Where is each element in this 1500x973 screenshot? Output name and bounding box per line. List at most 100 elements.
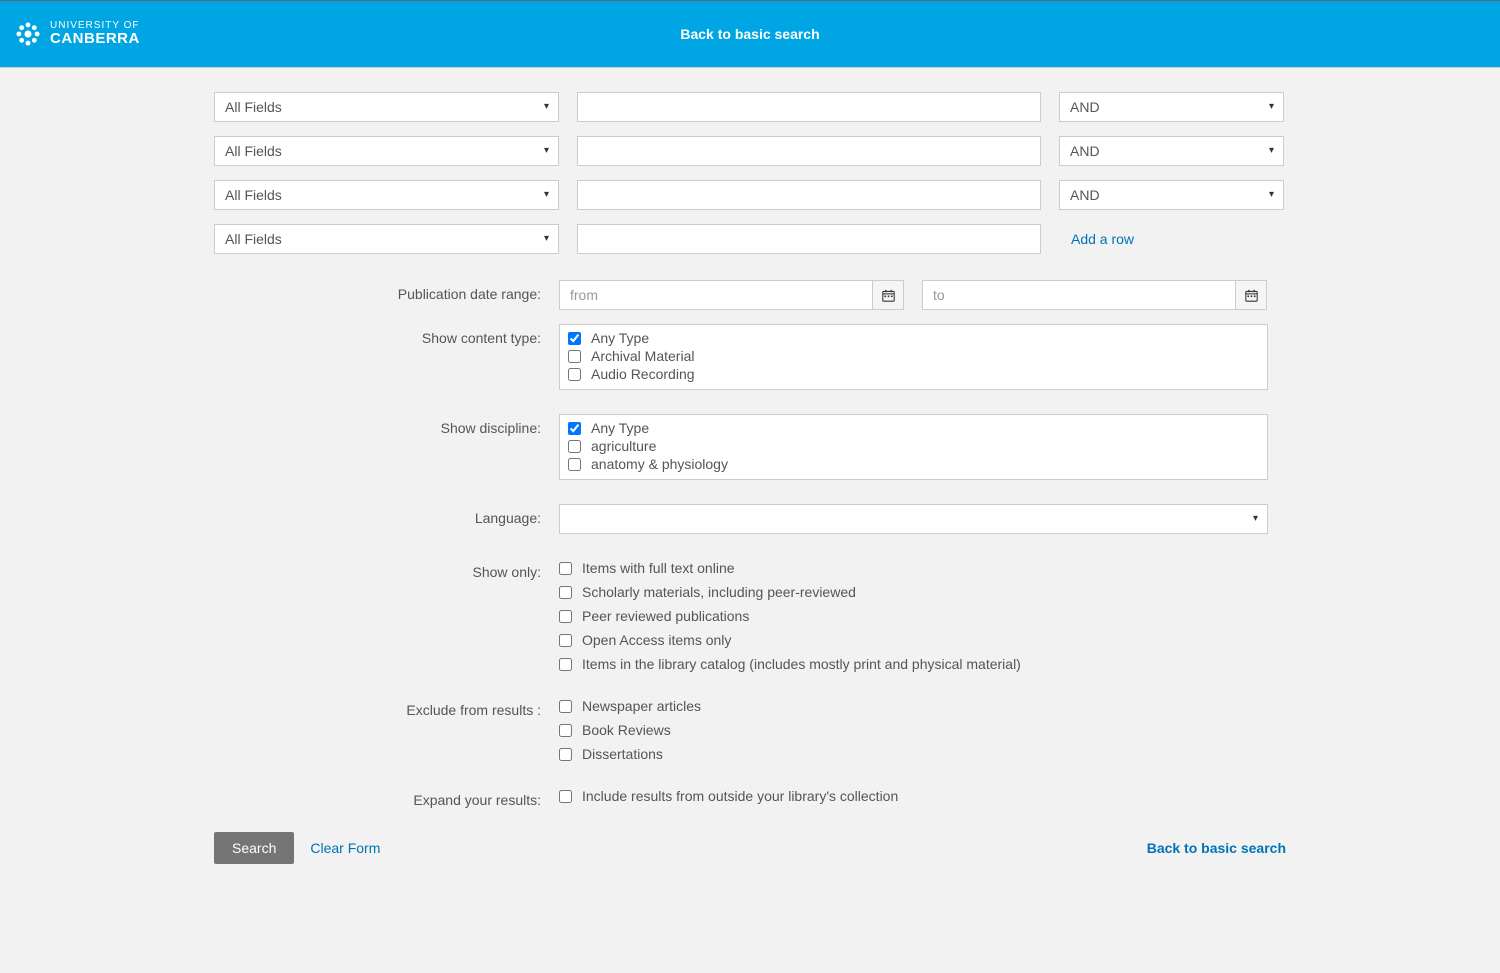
search-button[interactable]: Search xyxy=(214,832,294,864)
discipline-item[interactable]: agriculture xyxy=(568,437,1259,455)
field-select[interactable]: All Fields xyxy=(214,224,559,254)
show-only-item-label: Items in the library catalog (includes m… xyxy=(582,656,1021,672)
search-term-input[interactable] xyxy=(577,136,1041,166)
expand-list: Include results from outside your librar… xyxy=(559,786,898,808)
expand-row: Expand your results: Include results fro… xyxy=(214,786,1286,808)
discipline-listbox[interactable]: Any Type agriculture anatomy & physiolog… xyxy=(559,414,1268,480)
content-type-listbox[interactable]: Any Type Archival Material Audio Recordi… xyxy=(559,324,1268,390)
content-type-item-label: Any Type xyxy=(591,330,649,346)
exclude-checkbox[interactable] xyxy=(559,724,572,737)
calendar-icon xyxy=(882,289,895,302)
show-only-item-label: Scholarly materials, including peer-revi… xyxy=(582,584,856,600)
field-select[interactable]: All Fields xyxy=(214,136,559,166)
search-row: All Fields AND xyxy=(214,92,1286,122)
field-select[interactable]: All Fields xyxy=(214,92,559,122)
content-type-label: Show content type: xyxy=(214,324,559,390)
date-from-picker-button[interactable] xyxy=(872,280,904,310)
expand-checkbox[interactable] xyxy=(559,790,572,803)
exclude-item[interactable]: Book Reviews xyxy=(559,722,701,738)
back-to-basic-link-header[interactable]: Back to basic search xyxy=(680,26,819,42)
content-type-item[interactable]: Archival Material xyxy=(568,347,1259,365)
discipline-row: Show discipline: Any Type agriculture an… xyxy=(214,414,1286,480)
search-term-input[interactable] xyxy=(577,224,1041,254)
show-only-item[interactable]: Scholarly materials, including peer-revi… xyxy=(559,584,1021,600)
exclude-label: Exclude from results : xyxy=(214,696,559,762)
discipline-checkbox[interactable] xyxy=(568,458,581,471)
language-label: Language: xyxy=(214,504,559,534)
advanced-search-form: All Fields AND All Fields AND All Fields xyxy=(214,68,1286,904)
date-to-group xyxy=(922,280,1267,310)
clear-form-link[interactable]: Clear Form xyxy=(310,840,380,856)
show-only-item-label: Open Access items only xyxy=(582,632,731,648)
discipline-item-label: agriculture xyxy=(591,438,656,454)
content-type-checkbox[interactable] xyxy=(568,368,581,381)
discipline-item[interactable]: anatomy & physiology xyxy=(568,455,1259,473)
discipline-item-label: anatomy & physiology xyxy=(591,456,728,472)
field-select[interactable]: All Fields xyxy=(214,180,559,210)
expand-item-label: Include results from outside your librar… xyxy=(582,788,898,804)
show-only-checkbox[interactable] xyxy=(559,658,572,671)
language-row: Language: xyxy=(214,504,1286,534)
search-term-input[interactable] xyxy=(577,180,1041,210)
search-row: All Fields AND xyxy=(214,136,1286,166)
search-row: All Fields Add a row xyxy=(214,224,1286,254)
show-only-item[interactable]: Peer reviewed publications xyxy=(559,608,1021,624)
show-only-checkbox[interactable] xyxy=(559,610,572,623)
operator-select[interactable]: AND xyxy=(1059,92,1284,122)
search-row: All Fields AND xyxy=(214,180,1286,210)
logo[interactable]: UNIVERSITY OF CANBERRA xyxy=(0,20,140,48)
date-to-picker-button[interactable] xyxy=(1235,280,1267,310)
expand-item[interactable]: Include results from outside your librar… xyxy=(559,788,898,804)
show-only-item-label: Items with full text online xyxy=(582,560,735,576)
show-only-checkbox[interactable] xyxy=(559,586,572,599)
header: UNIVERSITY OF CANBERRA Back to basic sea… xyxy=(0,0,1500,68)
expand-label: Expand your results: xyxy=(214,786,559,808)
search-term-input[interactable] xyxy=(577,92,1041,122)
content-type-row: Show content type: Any Type Archival Mat… xyxy=(214,324,1286,390)
show-only-item-label: Peer reviewed publications xyxy=(582,608,749,624)
calendar-icon xyxy=(1245,289,1258,302)
show-only-item[interactable]: Open Access items only xyxy=(559,632,1021,648)
logo-text-bottom: CANBERRA xyxy=(50,31,140,47)
exclude-item-label: Newspaper articles xyxy=(582,698,701,714)
show-only-list: Items with full text online Scholarly ma… xyxy=(559,558,1021,672)
content-type-item-label: Audio Recording xyxy=(591,366,695,382)
pub-date-row: Publication date range: xyxy=(214,280,1286,310)
discipline-item[interactable]: Any Type xyxy=(568,419,1259,437)
form-actions: Search Clear Form Back to basic search xyxy=(214,832,1286,864)
show-only-label: Show only: xyxy=(214,558,559,672)
operator-select[interactable]: AND xyxy=(1059,136,1284,166)
content-type-checkbox[interactable] xyxy=(568,332,581,345)
exclude-item-label: Dissertations xyxy=(582,746,663,762)
content-type-item[interactable]: Any Type xyxy=(568,329,1259,347)
show-only-checkbox[interactable] xyxy=(559,562,572,575)
show-only-row: Show only: Items with full text online S… xyxy=(214,558,1286,672)
add-row-link[interactable]: Add a row xyxy=(1059,231,1134,247)
date-from-group xyxy=(559,280,904,310)
content-type-checkbox[interactable] xyxy=(568,350,581,363)
exclude-item[interactable]: Dissertations xyxy=(559,746,701,762)
show-only-item[interactable]: Items in the library catalog (includes m… xyxy=(559,656,1021,672)
date-from-input[interactable] xyxy=(559,280,872,310)
logo-text: UNIVERSITY OF CANBERRA xyxy=(50,21,140,47)
exclude-item-label: Book Reviews xyxy=(582,722,671,738)
discipline-checkbox[interactable] xyxy=(568,440,581,453)
operator-select[interactable]: AND xyxy=(1059,180,1284,210)
date-to-input[interactable] xyxy=(922,280,1235,310)
language-select[interactable] xyxy=(559,504,1268,534)
exclude-checkbox[interactable] xyxy=(559,748,572,761)
discipline-checkbox[interactable] xyxy=(568,422,581,435)
exclude-row: Exclude from results : Newspaper article… xyxy=(214,696,1286,762)
exclude-list: Newspaper articles Book Reviews Disserta… xyxy=(559,696,701,762)
back-to-basic-link-footer[interactable]: Back to basic search xyxy=(1147,840,1286,856)
discipline-label: Show discipline: xyxy=(214,414,559,480)
exclude-checkbox[interactable] xyxy=(559,700,572,713)
content-type-item-label: Archival Material xyxy=(591,348,694,364)
show-only-checkbox[interactable] xyxy=(559,634,572,647)
exclude-item[interactable]: Newspaper articles xyxy=(559,698,701,714)
discipline-item-label: Any Type xyxy=(591,420,649,436)
show-only-item[interactable]: Items with full text online xyxy=(559,560,1021,576)
content-type-item[interactable]: Audio Recording xyxy=(568,365,1259,383)
university-logo-icon xyxy=(14,20,42,48)
pub-date-label: Publication date range: xyxy=(214,280,559,310)
